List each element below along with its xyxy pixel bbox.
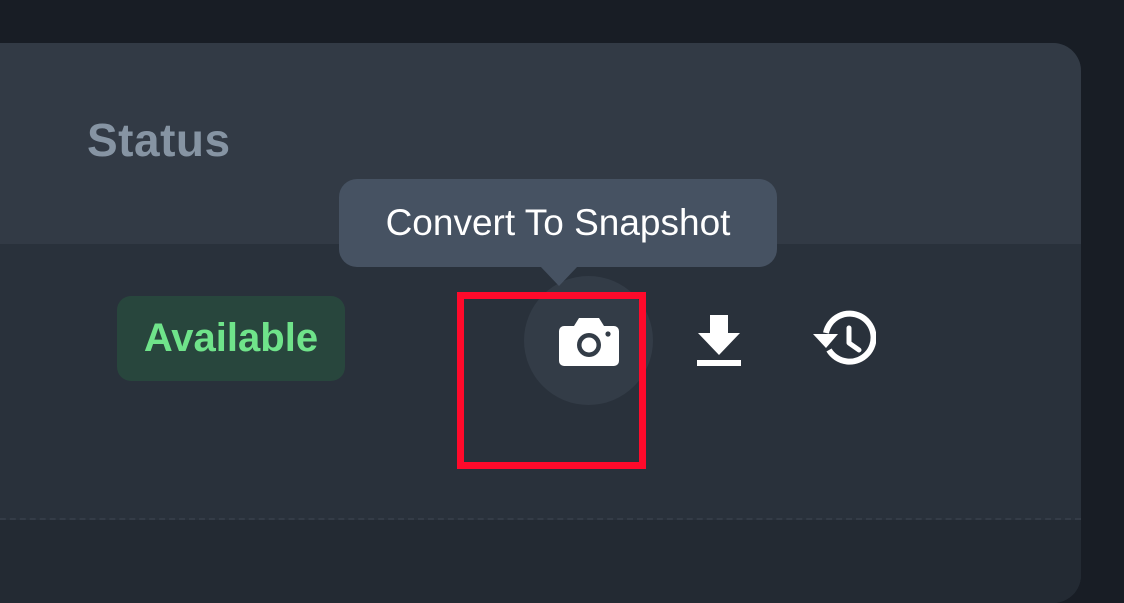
table-row-next [0,520,1081,603]
camera-icon [558,316,620,366]
download-icon [697,315,741,367]
download-button[interactable] [688,310,750,372]
history-button[interactable] [810,308,876,374]
convert-to-snapshot-button[interactable] [524,276,653,405]
tooltip-arrow [540,266,578,286]
column-header-status: Status [87,114,231,166]
history-icon [810,310,876,372]
status-badge: Available [117,296,345,381]
tooltip-text: Convert To Snapshot [385,202,731,243]
tooltip: Convert To Snapshot [339,179,777,267]
